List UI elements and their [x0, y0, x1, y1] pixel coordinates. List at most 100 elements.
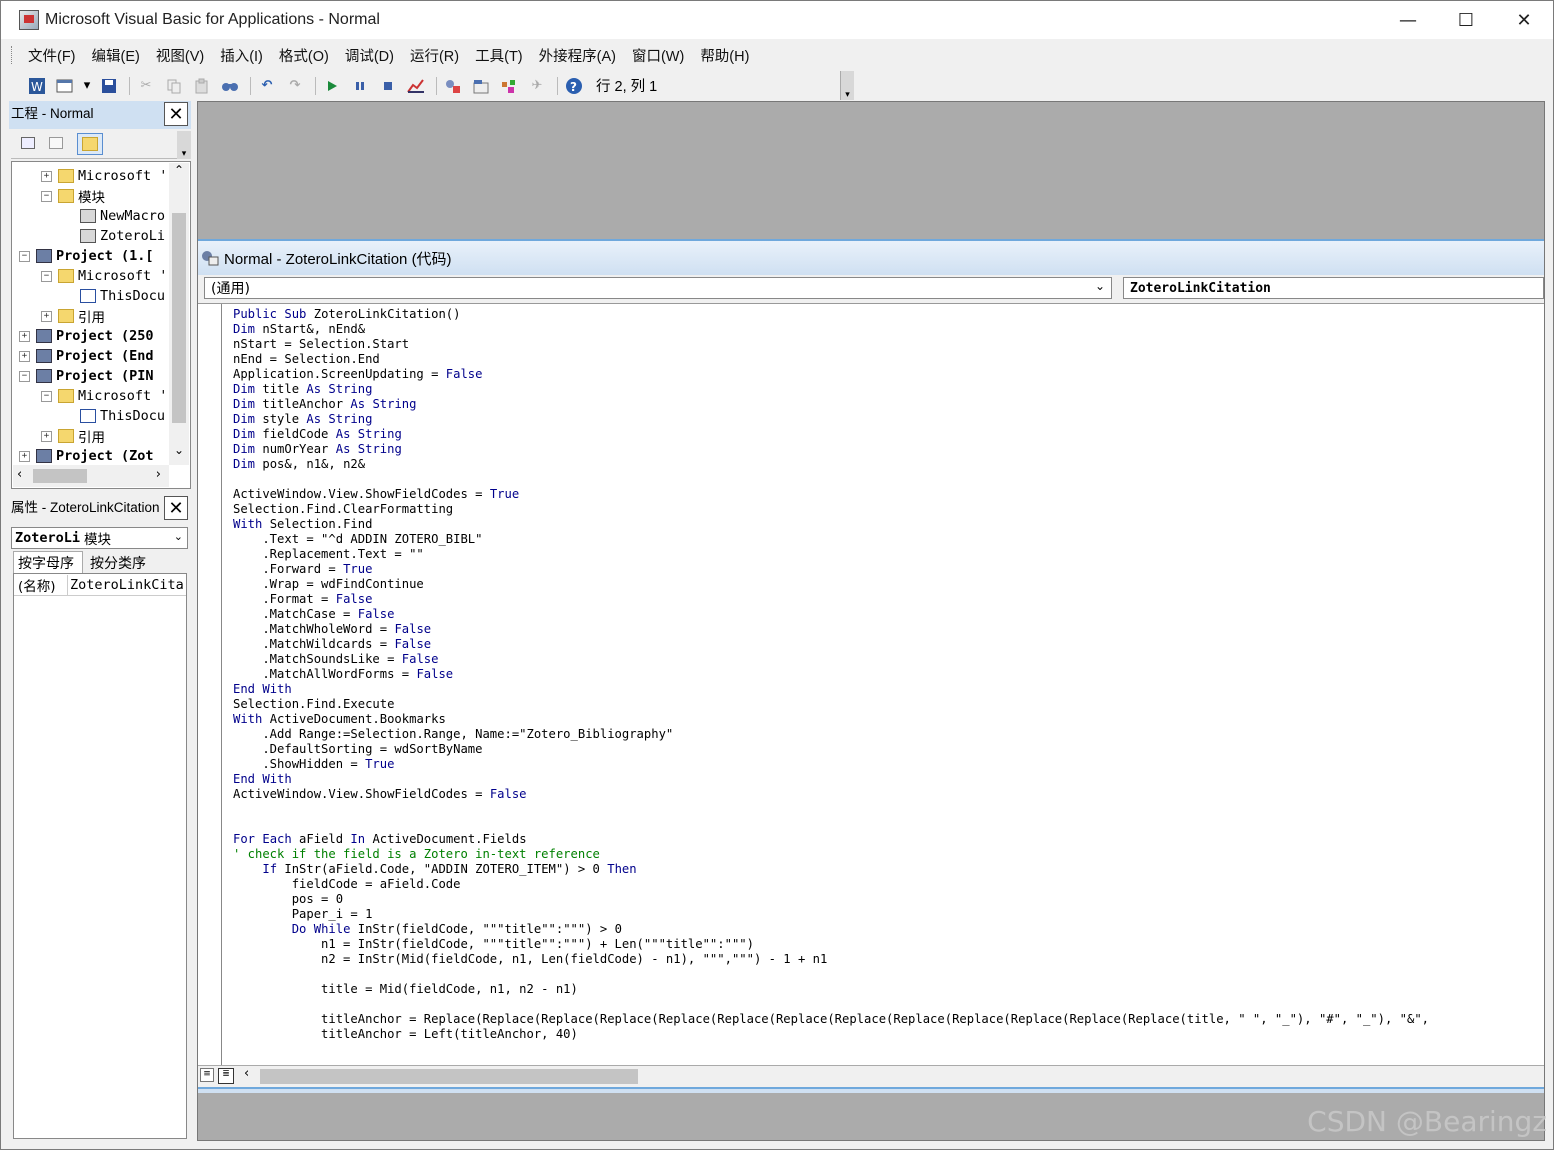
menu-tools[interactable]: 工具(T) — [475, 45, 523, 66]
object-combo[interactable]: (通用) ⌄ — [204, 277, 1112, 299]
run-icon[interactable] — [320, 75, 344, 97]
help-icon[interactable]: ? — [562, 75, 586, 97]
code-line[interactable]: Public Sub ZoteroLinkCitation() — [233, 307, 1538, 322]
project-toolbar-scroll[interactable]: ▾ — [177, 131, 191, 159]
view-object-icon[interactable] — [49, 137, 63, 149]
properties-icon[interactable] — [469, 75, 493, 97]
project-pane-close-button[interactable]: ✕ — [164, 102, 188, 126]
tree-item[interactable]: + Microsoft ' — [41, 166, 167, 186]
code-hscrollbar[interactable]: ≡ ≣ ‹ — [198, 1065, 1544, 1085]
properties-tab-category[interactable]: 按分类序 — [86, 553, 156, 573]
tree-item[interactable]: − Microsoft ' — [41, 266, 167, 286]
code-hscroll-thumb[interactable] — [260, 1069, 638, 1084]
scroll-left-icon[interactable]: ‹ — [244, 1066, 249, 1081]
properties-pane-close-button[interactable]: ✕ — [164, 496, 188, 520]
redo-icon[interactable]: ↷ — [283, 75, 307, 97]
code-line[interactable] — [233, 472, 1538, 487]
code-line[interactable] — [233, 997, 1538, 1012]
tree-item[interactable]: + Project (250 — [19, 326, 154, 346]
code-line[interactable]: Selection.Find.ClearFormatting — [233, 502, 1538, 517]
tree-item[interactable]: + 引用 — [41, 306, 105, 326]
tree-expander-icon[interactable]: + — [19, 350, 30, 362]
project-tree-hscroll[interactable]: ‹ › — [13, 465, 169, 487]
code-line[interactable]: .Replacement.Text = "" — [233, 547, 1538, 562]
code-line[interactable] — [233, 967, 1538, 982]
code-line[interactable]: fieldCode = aField.Code — [233, 877, 1538, 892]
tree-item[interactable]: − 模块 — [41, 186, 105, 206]
code-line[interactable]: .MatchCase = False — [233, 607, 1538, 622]
scroll-left-icon[interactable]: ‹ — [17, 467, 22, 482]
code-line[interactable]: .MatchAllWordForms = False — [233, 667, 1538, 682]
property-value[interactable]: ZoteroLinkCita — [68, 577, 184, 593]
find-icon[interactable] — [218, 75, 242, 97]
tree-expander-icon[interactable]: − — [19, 370, 30, 382]
design-mode-icon[interactable] — [404, 75, 428, 97]
code-line[interactable]: .MatchWildcards = False — [233, 637, 1538, 652]
code-line[interactable]: titleAnchor = Replace(Replace(Replace(Re… — [233, 1012, 1538, 1027]
code-line[interactable]: .MatchWholeWord = False — [233, 622, 1538, 637]
property-row-name[interactable]: (名称) ZoteroLinkCita — [14, 574, 186, 596]
tree-item[interactable]: NewMacro — [63, 206, 165, 226]
code-line[interactable]: Dim pos&, n1&, n2& — [233, 457, 1538, 472]
tree-expander-icon[interactable]: − — [41, 190, 52, 202]
toggle-folders-icon[interactable] — [77, 133, 103, 155]
copy-icon[interactable] — [162, 75, 186, 97]
menu-view[interactable]: 视图(V) — [156, 45, 204, 66]
code-line[interactable]: n1 = InStr(fieldCode, """title"":""") + … — [233, 937, 1538, 952]
scroll-down-icon[interactable]: ⌄ — [169, 443, 189, 465]
menu-file[interactable]: 文件(F) — [28, 45, 76, 66]
code-line[interactable]: Selection.Find.Execute — [233, 697, 1538, 712]
code-line[interactable]: End With — [233, 772, 1538, 787]
code-line[interactable]: Do While InStr(fieldCode, """title"":"""… — [233, 922, 1538, 937]
tree-expander-icon[interactable]: − — [41, 270, 52, 282]
insert-module-icon[interactable] — [53, 75, 77, 97]
scroll-up-icon[interactable]: ⌃ — [169, 163, 189, 185]
menu-run[interactable]: 运行(R) — [410, 45, 459, 66]
code-line[interactable]: Dim fieldCode As String — [233, 427, 1538, 442]
properties-object-select[interactable]: ZoteroLi 模块 ⌄ — [11, 527, 188, 549]
toolbar-options-chevron-icon[interactable]: ▾ — [840, 71, 854, 100]
code-line[interactable]: .ShowHidden = True — [233, 757, 1538, 772]
menu-insert[interactable]: 插入(I) — [220, 45, 263, 66]
toolbox-icon[interactable]: ✈ — [525, 75, 549, 97]
tree-item[interactable]: ZoteroLi — [63, 226, 165, 246]
code-line[interactable]: End With — [233, 682, 1538, 697]
menu-window[interactable]: 窗口(W) — [632, 45, 684, 66]
code-line[interactable]: .Forward = True — [233, 562, 1538, 577]
code-line[interactable]: nStart = Selection.Start — [233, 337, 1538, 352]
code-line[interactable]: Dim titleAnchor As String — [233, 397, 1538, 412]
code-line[interactable]: pos = 0 — [233, 892, 1538, 907]
code-line[interactable]: Paper_i = 1 — [233, 907, 1538, 922]
tree-item[interactable]: − Microsoft ' — [41, 386, 167, 406]
undo-icon[interactable]: ↶ — [255, 75, 279, 97]
view-code-icon[interactable] — [21, 137, 35, 149]
code-line[interactable]: .Add Range:=Selection.Range, Name:="Zote… — [233, 727, 1538, 742]
code-text[interactable]: Public Sub ZoteroLinkCitation() Dim nStar… — [233, 307, 1538, 1042]
code-line[interactable]: .Format = False — [233, 592, 1538, 607]
project-tree[interactable]: + Microsoft ' − 模块 NewMacro ZoteroLi − Project … — [13, 164, 169, 464]
tree-expander-icon[interactable]: + — [41, 310, 52, 322]
procedure-view-icon[interactable]: ≡ — [200, 1068, 214, 1082]
properties-tab-alpha[interactable]: 按字母序 — [13, 551, 83, 573]
tree-item[interactable]: ThisDocu — [63, 406, 165, 426]
code-line[interactable]: With ActiveDocument.Bookmarks — [233, 712, 1538, 727]
scroll-right-icon[interactable]: › — [156, 467, 161, 482]
code-line[interactable]: nEnd = Selection.End — [233, 352, 1538, 367]
save-icon[interactable] — [97, 75, 121, 97]
code-line[interactable]: .DefaultSorting = wdSortByName — [233, 742, 1538, 757]
code-line[interactable]: If InStr(aField.Code, "ADDIN ZOTERO_ITEM… — [233, 862, 1538, 877]
code-line[interactable]: Application.ScreenUpdating = False — [233, 367, 1538, 382]
code-line[interactable]: Dim title As String — [233, 382, 1538, 397]
chevron-down-icon[interactable]: ▾ — [81, 75, 93, 97]
code-line[interactable] — [233, 802, 1538, 817]
code-line[interactable]: n2 = InStr(Mid(fieldCode, n1, Len(fieldC… — [233, 952, 1538, 967]
procedure-combo[interactable]: ZoteroLinkCitation — [1123, 277, 1544, 299]
tree-expander-icon[interactable]: − — [19, 250, 30, 262]
code-editor[interactable]: Public Sub ZoteroLinkCitation() Dim nStar… — [198, 303, 1544, 1066]
menu-help[interactable]: 帮助(H) — [700, 45, 749, 66]
close-button[interactable]: ✕ — [1495, 1, 1553, 39]
tree-item[interactable]: + Project (Zot — [19, 446, 154, 464]
project-tree-vscroll[interactable]: ⌃ ⌄ — [169, 163, 189, 465]
chevron-down-icon[interactable]: ⌄ — [174, 530, 183, 543]
project-tree-vscroll-thumb[interactable] — [172, 213, 186, 423]
